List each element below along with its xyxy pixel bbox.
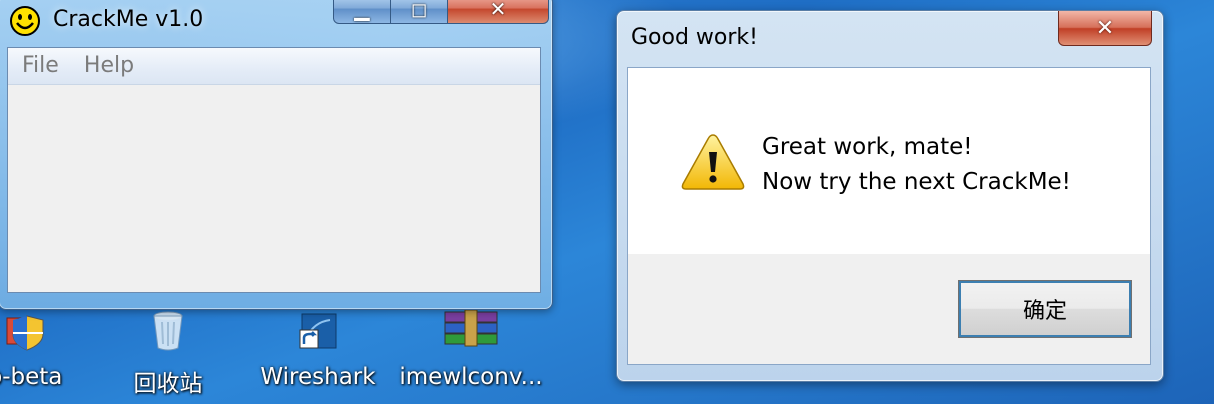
window-client-area: File Help [7, 47, 541, 293]
maximize-button[interactable]: ◻ [390, 0, 448, 24]
crackme-window: CrackMe v1.0 ▁ ◻ ✕ File Help [0, 0, 553, 310]
minimize-button[interactable]: ▁ [333, 0, 391, 24]
dialog-title: Good work! [631, 25, 758, 50]
shield-app-icon [3, 308, 47, 352]
dialog-message: Great work, mate! Now try the next Crack… [762, 130, 1071, 200]
smiley-icon [9, 5, 41, 37]
wireshark-shortcut-icon [296, 308, 340, 352]
desktop-icon-label: 回收站 [133, 371, 203, 397]
window-title: CrackMe v1.0 [53, 7, 204, 32]
desktop-icon-wireshark[interactable]: Wireshark [252, 308, 384, 404]
message-dialog: Good work! ✕ Great work, mate! Now try t… [616, 10, 1164, 382]
desktop-icon-recycle-bin[interactable]: 回收站 [116, 308, 220, 404]
close-icon: ✕ [1095, 15, 1115, 41]
message-line-2: Now try the next CrackMe! [762, 169, 1071, 195]
desktop-icon-label: Wireshark [260, 364, 376, 390]
warning-icon [680, 132, 746, 192]
desktop-icon-p-beta[interactable]: p-beta [0, 308, 90, 404]
dialog-body: Great work, mate! Now try the next Crack… [627, 67, 1151, 365]
dialog-close-button[interactable]: ✕ [1058, 11, 1152, 46]
message-line-1: Great work, mate! [762, 134, 973, 160]
menu-help[interactable]: Help [84, 48, 134, 84]
close-button[interactable]: ✕ [447, 0, 549, 24]
menu-bar: File Help [8, 48, 540, 85]
minimize-icon: ▁ [354, 0, 370, 21]
desktop-icon-label: imewlconv... [399, 364, 543, 390]
maximize-icon: ◻ [410, 0, 428, 21]
close-icon: ✕ [489, 0, 507, 21]
recycle-bin-icon [146, 308, 190, 352]
desktop-icon-imewlconv[interactable]: imewlconv... [396, 308, 546, 404]
ok-button[interactable]: 确定 [958, 280, 1132, 338]
desktop-icon-label: p-beta [0, 364, 63, 390]
winrar-archive-icon [444, 308, 498, 352]
menu-file[interactable]: File [22, 48, 59, 84]
caption-buttons: ▁ ◻ ✕ [333, 0, 549, 24]
